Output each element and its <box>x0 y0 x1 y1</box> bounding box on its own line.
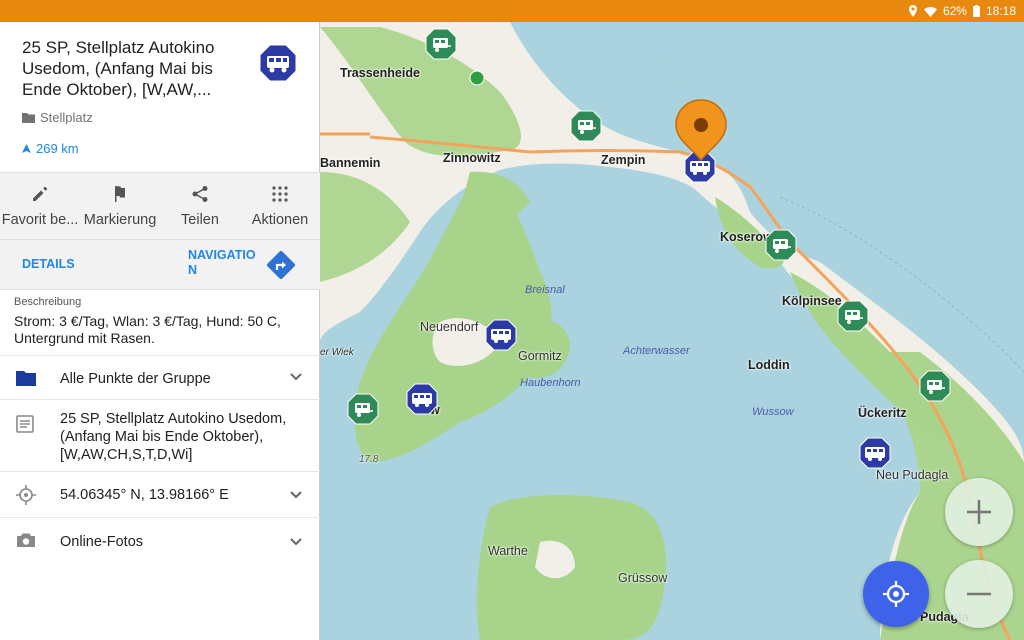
group-row[interactable]: Alle Punkte der Gruppe <box>0 356 320 400</box>
minus-icon <box>967 592 991 596</box>
coordinates-value: 54.06345° N, 13.98166° E <box>60 487 229 503</box>
more-actions-label: Aktionen <box>251 211 309 228</box>
campsite-marker[interactable] <box>919 370 951 402</box>
group-label: Alle Punkte der Gruppe <box>60 371 211 387</box>
poi-header: 25 SP, Stellplatz Autokino Usedom, (Anfa… <box>0 22 319 172</box>
more-actions-button[interactable]: Aktionen <box>240 173 320 239</box>
battery-icon <box>972 5 980 17</box>
map-label-warthe: Warthe <box>488 544 528 558</box>
camper-van-marker[interactable] <box>485 319 517 351</box>
map-label-bannemin: Bannemin <box>320 156 381 170</box>
flag-icon <box>115 185 125 202</box>
selected-location-pin[interactable] <box>674 98 728 162</box>
clock: 18:18 <box>985 4 1016 18</box>
name-row: 25 SP, Stellplatz Autokino Usedom, (Anfa… <box>0 400 320 472</box>
location-icon <box>908 5 917 17</box>
camper-van-marker[interactable] <box>859 437 891 469</box>
map-label-zinnowitz: Zinnowitz <box>443 151 501 165</box>
online-photos-label: Online-Fotos <box>60 534 144 550</box>
wifi-icon <box>923 6 937 17</box>
chevron-down-icon[interactable] <box>290 491 302 499</box>
chevron-down-icon[interactable] <box>290 373 302 381</box>
campsite-marker[interactable] <box>425 28 457 60</box>
map-label-zempin: Zempin <box>601 153 646 167</box>
document-icon <box>16 415 34 433</box>
campsite-marker[interactable] <box>837 300 869 332</box>
map-label-haubenhorn: Haubenhorn <box>520 377 581 389</box>
folder-icon <box>16 371 36 386</box>
map-label-wussow: Wussow <box>752 406 794 418</box>
description-heading: Beschreibung <box>14 296 82 308</box>
camper-van-icon <box>259 44 297 82</box>
map-label-height: 17.8 <box>359 454 379 465</box>
map-label-ueckeritz: Ückeritz <box>858 406 907 420</box>
poi-title: 25 SP, Stellplatz Autokino Usedom, (Anfa… <box>22 38 215 99</box>
folder-icon <box>22 113 35 123</box>
poi-full-name: 25 SP, Stellplatz Autokino Usedom, (Anfa… <box>60 411 287 463</box>
poi-distance-value: 269 km <box>36 141 79 156</box>
share-label: Teilen <box>181 211 219 228</box>
navigation-button[interactable]: NAVIGATION <box>188 248 260 278</box>
green-dot-marker[interactable] <box>469 70 485 86</box>
navigation-turn-icon[interactable] <box>266 250 296 280</box>
map-label-goermitz: Gormitz <box>518 349 562 363</box>
action-bar: Favorit be... Markierung Teilen Aktionen <box>0 172 320 240</box>
map-label-neu-pudagla: Neu Pudagla <box>876 468 949 482</box>
grid-dots-icon <box>272 185 288 202</box>
plus-icon <box>967 500 991 524</box>
poi-distance: 269 km <box>22 141 319 156</box>
poi-type-label: Stellplatz <box>40 110 93 125</box>
direction-arrow-icon <box>22 144 31 153</box>
battery-text: 62% <box>942 4 967 18</box>
coordinates-row[interactable]: 54.06345° N, 13.98166° E <box>0 472 320 518</box>
map-label-trassenheide: Trassenheide <box>340 66 420 80</box>
marker-button[interactable]: Markierung <box>80 173 160 239</box>
map-label-gruessow: Grüssow <box>618 571 668 585</box>
map-label-neuendorf: Neuendorf <box>420 320 479 334</box>
map-label-breesnal: Breisnal <box>525 284 565 296</box>
chevron-down-icon[interactable] <box>290 538 302 546</box>
crosshair-icon <box>16 485 36 505</box>
campsite-marker[interactable] <box>347 393 379 425</box>
camper-van-marker[interactable] <box>406 383 438 415</box>
description-text: Strom: 3 €/Tag, Wlan: 3 €/Tag, Hund: 50 … <box>14 313 281 346</box>
share-button[interactable]: Teilen <box>160 173 240 239</box>
map-label-koelpinsee: Kölpinsee <box>782 294 842 308</box>
poi-type: Stellplatz <box>22 110 319 125</box>
camera-icon <box>17 533 35 547</box>
campsite-marker[interactable] <box>570 110 602 142</box>
map-label-achterwasser: Achterwasser <box>623 345 690 357</box>
map-label-loddin: Loddin <box>748 358 790 372</box>
map-label-wiek: er Wiek <box>320 347 354 358</box>
map-view[interactable]: Trassenheide Bannemin Zinnowitz Zempin K… <box>320 22 1024 640</box>
campsite-marker[interactable] <box>765 229 797 261</box>
details-button[interactable]: DETAILS <box>22 257 75 271</box>
favorite-button[interactable]: Favorit be... <box>0 173 80 239</box>
favorite-label: Favorit be... <box>1 211 79 228</box>
my-location-button[interactable] <box>863 561 929 627</box>
zoom-out-button[interactable] <box>945 560 1013 628</box>
marker-label: Markierung <box>83 211 157 228</box>
poi-context-panel: 25 SP, Stellplatz Autokino Usedom, (Anfa… <box>0 22 320 640</box>
status-bar: 62% 18:18 <box>0 0 1024 22</box>
share-icon <box>192 185 208 202</box>
zoom-in-button[interactable] <box>945 478 1013 546</box>
crosshair-icon <box>883 581 909 607</box>
details-navigation-row: DETAILS NAVIGATION <box>0 240 320 290</box>
description-section: Beschreibung Strom: 3 €/Tag, Wlan: 3 €/T… <box>0 290 320 356</box>
pencil-icon <box>33 186 48 201</box>
online-photos-row[interactable]: Online-Fotos <box>0 518 320 564</box>
